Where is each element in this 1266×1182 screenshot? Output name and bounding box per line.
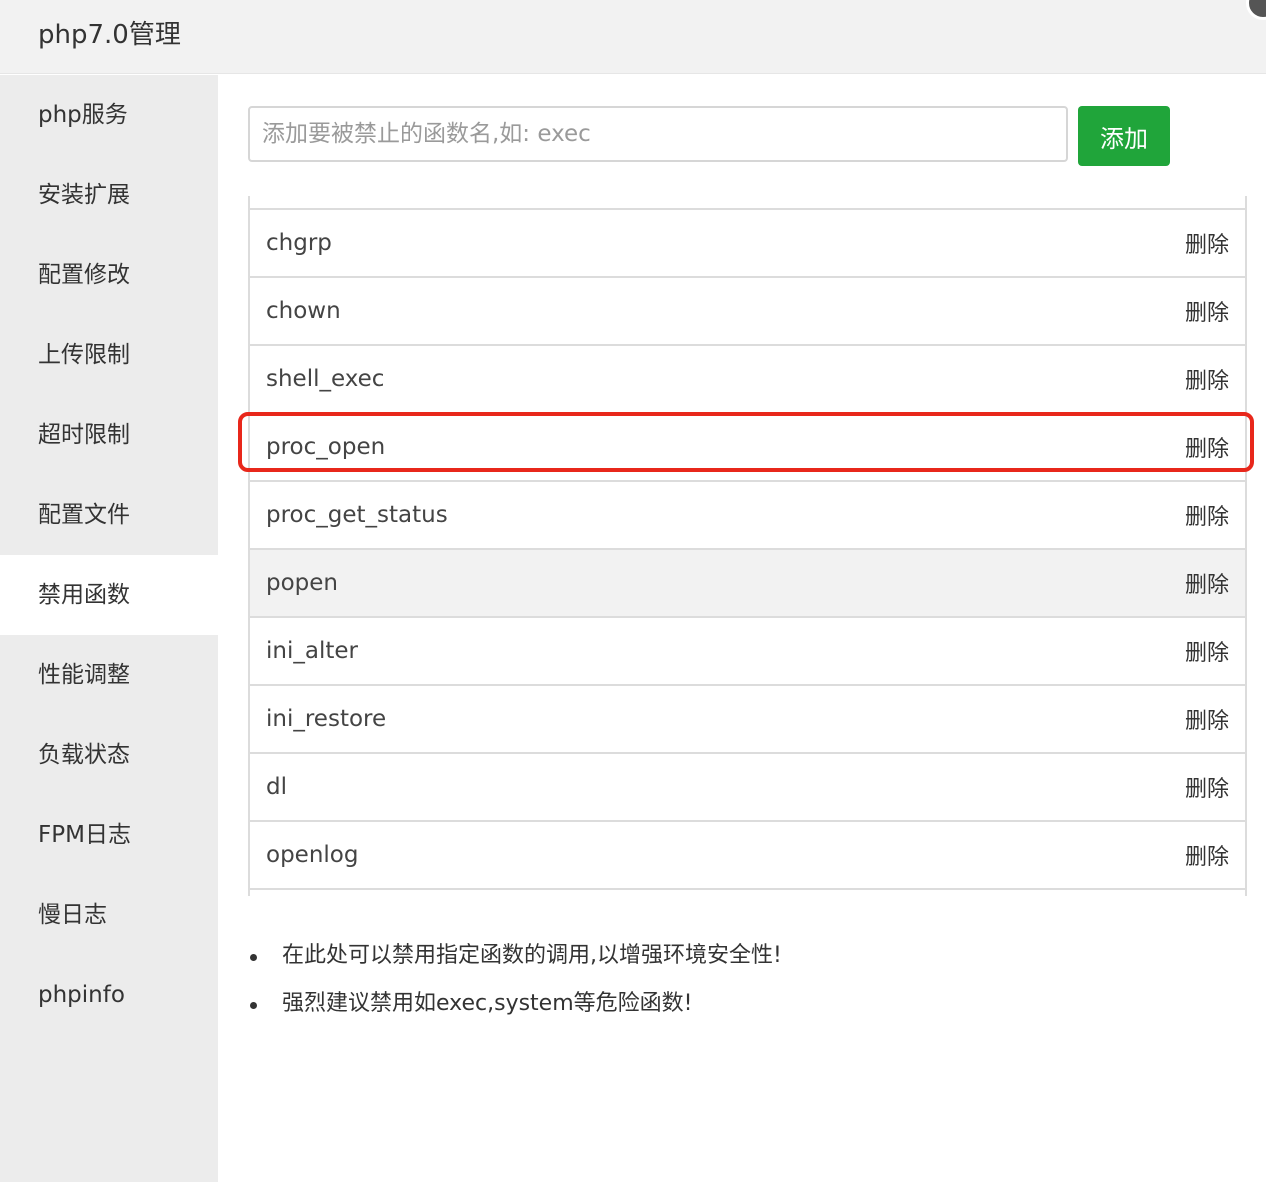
tip-item: 在此处可以禁用指定函数的调用,以增强环境安全性! (248, 932, 782, 980)
delete-link[interactable]: 删除 (1185, 635, 1229, 667)
function-name: shell_exec (266, 366, 385, 392)
function-name: openlog (266, 842, 359, 868)
delete-link[interactable]: 删除 (1185, 227, 1229, 259)
function-name: proc_open (266, 434, 386, 460)
table-row: chgrp 删除 (250, 210, 1245, 278)
tip-item: 强烈建议禁用如exec,system等危险函数! (248, 980, 782, 1028)
delete-link[interactable]: 删除 (1185, 839, 1229, 871)
function-name: popen (266, 570, 338, 596)
table-row: popen 删除 (250, 550, 1245, 618)
delete-link[interactable]: 删除 (1185, 567, 1229, 599)
title-bar: php7.0管理 (0, 0, 1266, 74)
delete-link[interactable]: 删除 (1185, 431, 1229, 463)
sidebar-item-disabled-functions[interactable]: 禁用函数 (0, 555, 218, 635)
table-row: ini_alter 删除 (250, 618, 1245, 686)
tips-list: 在此处可以禁用指定函数的调用,以增强环境安全性! 强烈建议禁用如exec,sys… (248, 932, 782, 1028)
delete-link[interactable]: 删除 (1185, 771, 1229, 803)
sidebar-item-php-service[interactable]: php服务 (0, 75, 218, 155)
sidebar-item-performance-tuning[interactable]: 性能调整 (0, 635, 218, 715)
table-row: proc_open 删除 (250, 414, 1245, 482)
table-row: proc_get_status 删除 (250, 482, 1245, 550)
function-name: dl (266, 774, 287, 800)
sidebar: php服务 安装扩展 配置修改 上传限制 超时限制 配置文件 禁用函数 性能调整… (0, 75, 218, 1182)
table-row: dl 删除 (250, 754, 1245, 822)
delete-link[interactable]: 删除 (1185, 363, 1229, 395)
table-row: openlog 删除 (250, 822, 1245, 890)
function-name: proc_get_status (266, 502, 448, 528)
sidebar-item-install-extension[interactable]: 安装扩展 (0, 155, 218, 235)
list-header-spacer (250, 196, 1245, 210)
function-name-input[interactable] (248, 106, 1068, 162)
window-title: php7.0管理 (38, 20, 181, 50)
add-button[interactable]: 添加 (1078, 106, 1170, 166)
main-panel: 添加 chgrp 删除 chown 删除 shell_exec 删除 proc_… (218, 75, 1266, 1182)
function-name: chown (266, 298, 341, 324)
sidebar-item-load-status[interactable]: 负载状态 (0, 715, 218, 795)
delete-link[interactable]: 删除 (1185, 499, 1229, 531)
sidebar-item-upload-limit[interactable]: 上传限制 (0, 315, 218, 395)
delete-link[interactable]: 删除 (1185, 295, 1229, 327)
sidebar-item-config-edit[interactable]: 配置修改 (0, 235, 218, 315)
sidebar-item-fpm-log[interactable]: FPM日志 (0, 795, 218, 875)
disabled-functions-list: chgrp 删除 chown 删除 shell_exec 删除 proc_ope… (248, 196, 1247, 896)
sidebar-item-phpinfo[interactable]: phpinfo (0, 955, 218, 1035)
table-row: shell_exec 删除 (250, 346, 1245, 414)
function-name: ini_restore (266, 706, 387, 732)
delete-link[interactable]: 删除 (1185, 703, 1229, 735)
function-name: ini_alter (266, 638, 358, 664)
sidebar-item-config-file[interactable]: 配置文件 (0, 475, 218, 555)
table-row: chown 删除 (250, 278, 1245, 346)
sidebar-item-slow-log[interactable]: 慢日志 (0, 875, 218, 955)
function-name: chgrp (266, 230, 332, 256)
sidebar-item-timeout-limit[interactable]: 超时限制 (0, 395, 218, 475)
table-row: ini_restore 删除 (250, 686, 1245, 754)
